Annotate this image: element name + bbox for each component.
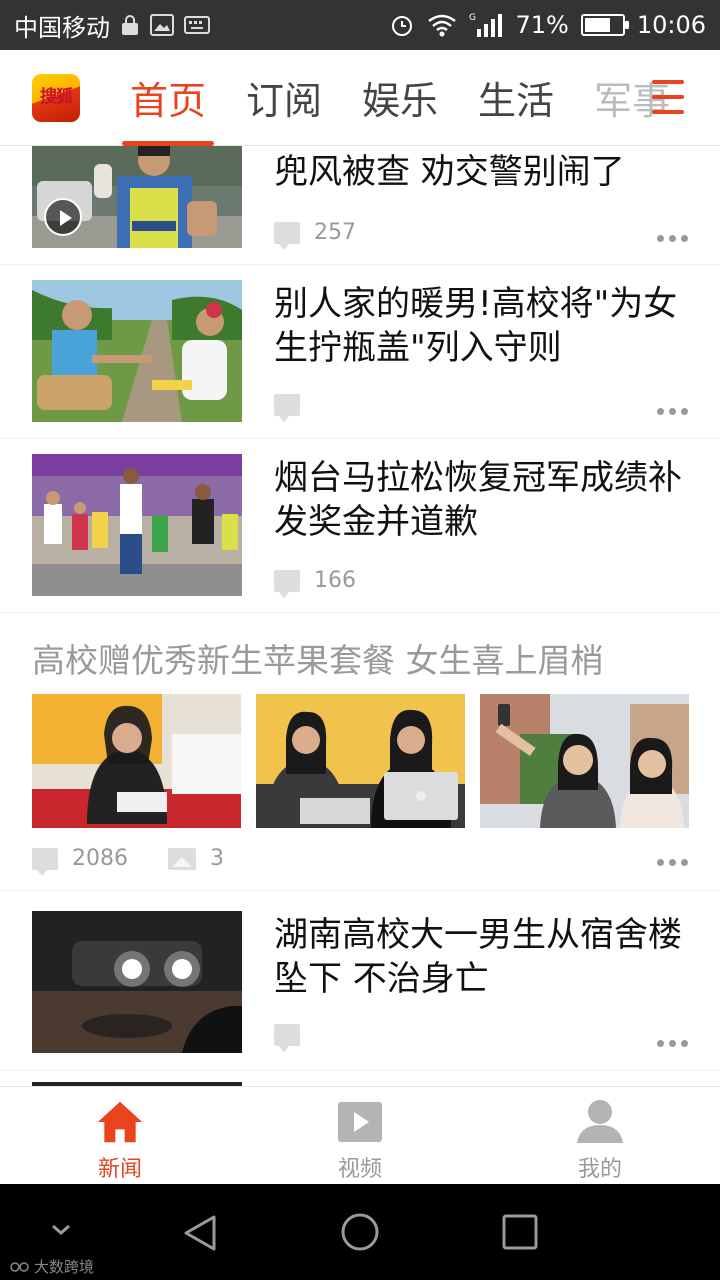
comment-count: 257 bbox=[314, 220, 356, 245]
collapse-nav-icon[interactable] bbox=[50, 1222, 72, 1241]
battery-percent: 71% bbox=[515, 11, 569, 39]
more-options-icon[interactable] bbox=[657, 859, 688, 866]
watermark-logo bbox=[10, 1261, 29, 1272]
battery-icon bbox=[580, 14, 629, 36]
news-title[interactable]: 别人家的暖男!高校将"为女生拧瓶盖"列入守则 bbox=[274, 282, 694, 370]
more-options-icon[interactable] bbox=[657, 408, 688, 415]
nav-profile[interactable]: 我的 bbox=[480, 1087, 720, 1184]
gallery-notification-icon bbox=[150, 14, 174, 36]
divider bbox=[0, 1070, 720, 1071]
news-title[interactable]: 兜风被查 劝交警别闹了 bbox=[274, 150, 694, 194]
top-nav: 搜狐 首页 订阅 娱乐 生活 军事 bbox=[0, 50, 720, 146]
channel-menu-button[interactable] bbox=[652, 80, 684, 114]
divider bbox=[0, 612, 720, 613]
traffic-police-thumbnail[interactable] bbox=[32, 146, 242, 248]
alarm-icon bbox=[389, 12, 415, 38]
tab-home[interactable]: 首页 bbox=[110, 50, 226, 146]
keyboard-icon bbox=[184, 16, 210, 34]
gallery-image-3[interactable] bbox=[480, 694, 689, 828]
profile-icon bbox=[576, 1099, 624, 1145]
photo-count-icon bbox=[168, 847, 196, 870]
tab-life[interactable]: 生活 bbox=[458, 50, 574, 146]
recent-apps-icon[interactable] bbox=[502, 1214, 538, 1254]
comment-icon bbox=[32, 847, 58, 876]
news-feed[interactable]: 兜风被查 劝交警别闹了 257 别人家的暖男!高校将"为女生拧瓶盖"列入守则 烟… bbox=[0, 146, 720, 1086]
lock-icon bbox=[120, 14, 140, 36]
nav-video[interactable]: 视频 bbox=[240, 1087, 480, 1184]
clock: 10:06 bbox=[636, 11, 706, 39]
carrier-name: 中国移动 bbox=[14, 13, 110, 42]
network-type-label: G bbox=[469, 13, 476, 23]
cellular-signal-icon: G bbox=[469, 11, 503, 39]
comment-icon bbox=[274, 394, 300, 422]
tab-subscribe[interactable]: 订阅 bbox=[226, 50, 342, 146]
divider bbox=[0, 264, 720, 265]
gallery-title[interactable]: 高校赠优秀新生苹果套餐 女生喜上眉梢 bbox=[32, 634, 604, 682]
gallery-image-1[interactable] bbox=[32, 694, 241, 828]
comment-count: 2086 bbox=[72, 846, 128, 871]
comment-icon bbox=[274, 1024, 300, 1052]
watermark: 大数跨境 bbox=[10, 1256, 94, 1277]
channel-tabs: 首页 订阅 娱乐 生活 军事 bbox=[110, 50, 670, 146]
more-options-icon[interactable] bbox=[657, 235, 688, 242]
comment-count: 166 bbox=[314, 568, 356, 593]
comment-icon bbox=[274, 221, 300, 250]
divider bbox=[0, 890, 720, 891]
gallery-image-2[interactable] bbox=[256, 694, 465, 828]
home-icon bbox=[96, 1099, 144, 1145]
bottom-nav: 新闻 视频 我的 bbox=[0, 1086, 720, 1184]
system-nav-bar bbox=[0, 1184, 720, 1280]
more-options-icon[interactable] bbox=[657, 1040, 688, 1047]
tab-entertainment[interactable]: 娱乐 bbox=[342, 50, 458, 146]
nav-news-label: 新闻 bbox=[97, 1157, 142, 1182]
nav-profile-label: 我的 bbox=[577, 1157, 622, 1182]
video-icon bbox=[336, 1099, 384, 1145]
news-title[interactable]: 烟台马拉松恢复冠军成绩补发奖金并道歉 bbox=[274, 456, 694, 544]
back-icon[interactable] bbox=[182, 1214, 218, 1256]
status-bar: 中国移动 G 71% 10:06 bbox=[0, 0, 720, 50]
nav-news[interactable]: 新闻 bbox=[0, 1087, 240, 1184]
sohu-logo[interactable]: 搜狐 bbox=[32, 73, 80, 122]
news-title[interactable]: 湖南高校大一男生从宿舍楼坠下 不治身亡 bbox=[274, 913, 694, 1001]
comment-icon bbox=[274, 569, 300, 598]
photo-count: 3 bbox=[210, 846, 224, 871]
night-accident-thumbnail[interactable] bbox=[32, 911, 242, 1053]
divider bbox=[0, 438, 720, 439]
nav-video-label: 视频 bbox=[337, 1157, 382, 1182]
video-play-icon[interactable] bbox=[44, 198, 82, 236]
marathon-thumbnail[interactable] bbox=[32, 454, 242, 596]
wifi-icon bbox=[427, 13, 457, 37]
couple-railway-thumbnail[interactable] bbox=[32, 280, 242, 422]
home-button-icon[interactable] bbox=[340, 1212, 380, 1256]
